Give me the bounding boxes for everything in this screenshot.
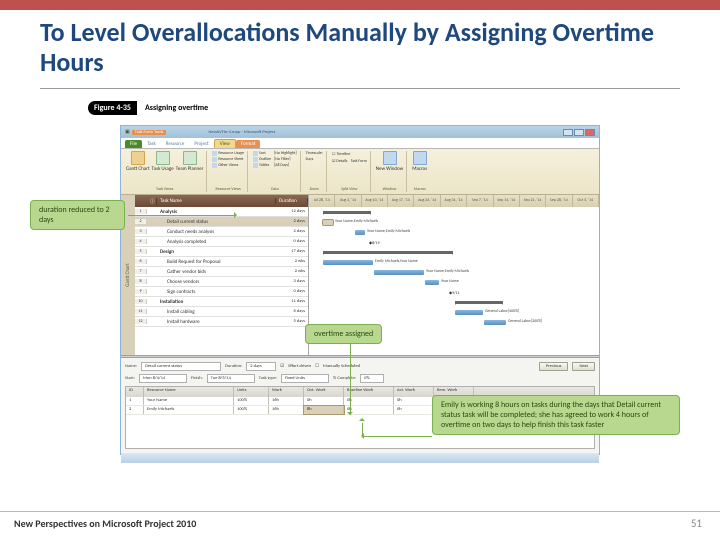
milestone-icon: ◆9/11: [449, 290, 460, 296]
tab-view[interactable]: View: [214, 139, 236, 148]
arrow-icon: [359, 418, 365, 421]
checkbox-icon[interactable]: ☐: [315, 364, 319, 369]
task-row[interactable]: 12Install hardware5 days: [135, 317, 308, 327]
task-bar[interactable]: Your Name,Emily Michaels: [374, 270, 424, 275]
previous-button[interactable]: Previous: [539, 362, 569, 371]
callout-line: [362, 436, 432, 437]
task-row[interactable]: 4Analysis completed0 days: [135, 237, 308, 247]
task-row[interactable]: 2Detail current status2 days: [135, 217, 308, 227]
ribbon-tabs: File Task Resource Project View Format: [121, 138, 599, 149]
other-views-button[interactable]: Other Views: [212, 163, 244, 168]
checkbox-icon[interactable]: ☐: [332, 151, 336, 157]
milestone-icon: ◆8/19: [369, 240, 380, 246]
task-bar[interactable]: Your Name,Emily Michaels: [323, 220, 333, 225]
task-table-header: ⓘ Task Name Duration: [135, 195, 308, 207]
ribbon-group-data: Sort Outline Tables [No Highlight] [No F…: [250, 151, 301, 192]
status-bar: [121, 453, 599, 463]
checkbox-icon[interactable]: ☑: [332, 158, 336, 164]
ribbon-group-resource-views: Resource Usage Resource Sheet Other View…: [209, 151, 248, 192]
callout-line: [128, 215, 236, 216]
task-usage-button[interactable]: Task Usage: [152, 151, 174, 172]
group-dropdown[interactable]: [All Days]: [274, 163, 297, 168]
tasktype-field[interactable]: Fixed Units: [281, 374, 329, 383]
next-button[interactable]: Next: [572, 362, 595, 371]
tab-file[interactable]: File: [125, 140, 142, 148]
minimize-button[interactable]: [563, 129, 573, 136]
new-window-button[interactable]: New Window: [376, 151, 403, 172]
task-table: ⓘ Task Name Duration 1Analysis12 days2De…: [135, 195, 309, 355]
timescale-dropdown[interactable]: Days: [306, 157, 323, 162]
callout-duration: duration reduced to 2 days: [30, 200, 125, 230]
footer-line: [0, 511, 720, 512]
arrow-icon: [358, 433, 364, 439]
callout-emily: Emily is working 8 hours on tasks during…: [432, 395, 680, 435]
pctcomplete-field[interactable]: 0%: [360, 374, 384, 383]
page-number: 51: [691, 517, 702, 530]
resource-sheet-button[interactable]: Resource Sheet: [212, 157, 244, 162]
maximize-button[interactable]: [574, 129, 584, 136]
task-row[interactable]: 6Build Request for Proposal2 wks: [135, 257, 308, 267]
finish-field[interactable]: Tue 8/5/14: [207, 374, 255, 383]
ribbon: Gantt Chart Task Usage Team Planner Task…: [121, 149, 599, 195]
task-bar[interactable]: Emily Michaels,Your Name: [323, 260, 373, 265]
task-row[interactable]: 9Sign contracts0 days: [135, 287, 308, 297]
callout-line: [362, 423, 363, 436]
resource-usage-button[interactable]: Resource Usage: [212, 151, 244, 156]
figure-text: Assigning overtime: [137, 101, 216, 115]
ribbon-group-macros: Macros Macros: [409, 151, 430, 192]
callout-overtime: overtime assigned: [305, 324, 382, 344]
arrow-icon: [347, 412, 353, 418]
task-row[interactable]: 8Choose vendors3 days: [135, 277, 308, 287]
duration-field[interactable]: 2 days: [246, 362, 276, 371]
task-row[interactable]: 7Gather vendor bids2 wks: [135, 267, 308, 277]
task-row[interactable]: 11Install cabling6 days: [135, 307, 308, 317]
ribbon-group-task-views: Gantt Chart Task Usage Team Planner Task…: [123, 151, 207, 192]
figure-number: Figure 4-35: [88, 101, 137, 115]
footer-text: New Perspectives on Microsoft Project 20…: [14, 517, 196, 530]
project-icon: ▣: [125, 129, 130, 135]
ribbon-group-zoom: Timescale: Days Zoom: [303, 151, 327, 192]
task-bar[interactable]: Your Name: [425, 280, 439, 285]
sort-button[interactable]: Sort: [253, 151, 271, 156]
figure-caption: Figure 4-35 Assigning overtime: [88, 100, 216, 115]
title-underline: [40, 88, 680, 89]
tool-tab-label: Task Form Tools: [132, 130, 167, 135]
summary-bar: [323, 251, 453, 254]
summary-bar: [323, 211, 371, 214]
start-field[interactable]: Mon 8/4/14: [139, 374, 187, 383]
arrow-icon: [234, 212, 240, 218]
task-row[interactable]: 3Conduct needs analysis2 days: [135, 227, 308, 237]
gantt-chart-button[interactable]: Gantt Chart: [126, 151, 150, 172]
tables-button[interactable]: Tables: [253, 163, 271, 168]
window-titlebar: ▣ Task Form Tools NewAVFin-4.mpp - Micro…: [121, 126, 599, 138]
task-bar[interactable]: Your Name,Emily Michaels: [355, 230, 365, 235]
window-title: NewAVFin-4.mpp - Microsoft Project: [208, 130, 275, 135]
filter-dropdown[interactable]: [No Filter]: [274, 157, 297, 162]
summary-bar: [455, 301, 503, 304]
checkbox-icon[interactable]: ☑: [280, 364, 284, 369]
team-planner-button[interactable]: Team Planner: [176, 151, 204, 172]
tab-task[interactable]: Task: [142, 140, 161, 148]
ribbon-group-window: New Window Window: [373, 151, 407, 192]
tab-format[interactable]: Format: [236, 140, 261, 148]
name-field[interactable]: Detail current status: [141, 362, 221, 371]
task-bar[interactable]: General Labor[200%]: [484, 320, 506, 325]
callout-line: [350, 343, 351, 415]
highlight-dropdown[interactable]: [No Highlight]: [274, 151, 297, 156]
ribbon-group-split-view: ☐Timeline ☑DetailsTask Form Split View: [329, 151, 371, 192]
slide-title: To Level Overallocations Manually by Ass…: [40, 18, 680, 78]
task-row[interactable]: 10Installation11 days: [135, 297, 308, 307]
tab-resource[interactable]: Resource: [161, 140, 190, 148]
tab-project[interactable]: Project: [189, 140, 213, 148]
task-row[interactable]: 5Design17 days: [135, 247, 308, 257]
macros-button[interactable]: Macros: [412, 151, 427, 172]
outline-button[interactable]: Outline: [253, 157, 271, 162]
gantt-timeline: Jul 28, '14Aug 3, '14Aug 10, '14Aug 17, …: [309, 195, 599, 207]
task-bar[interactable]: General Labor[400%]: [455, 310, 483, 315]
close-button[interactable]: [585, 129, 595, 136]
